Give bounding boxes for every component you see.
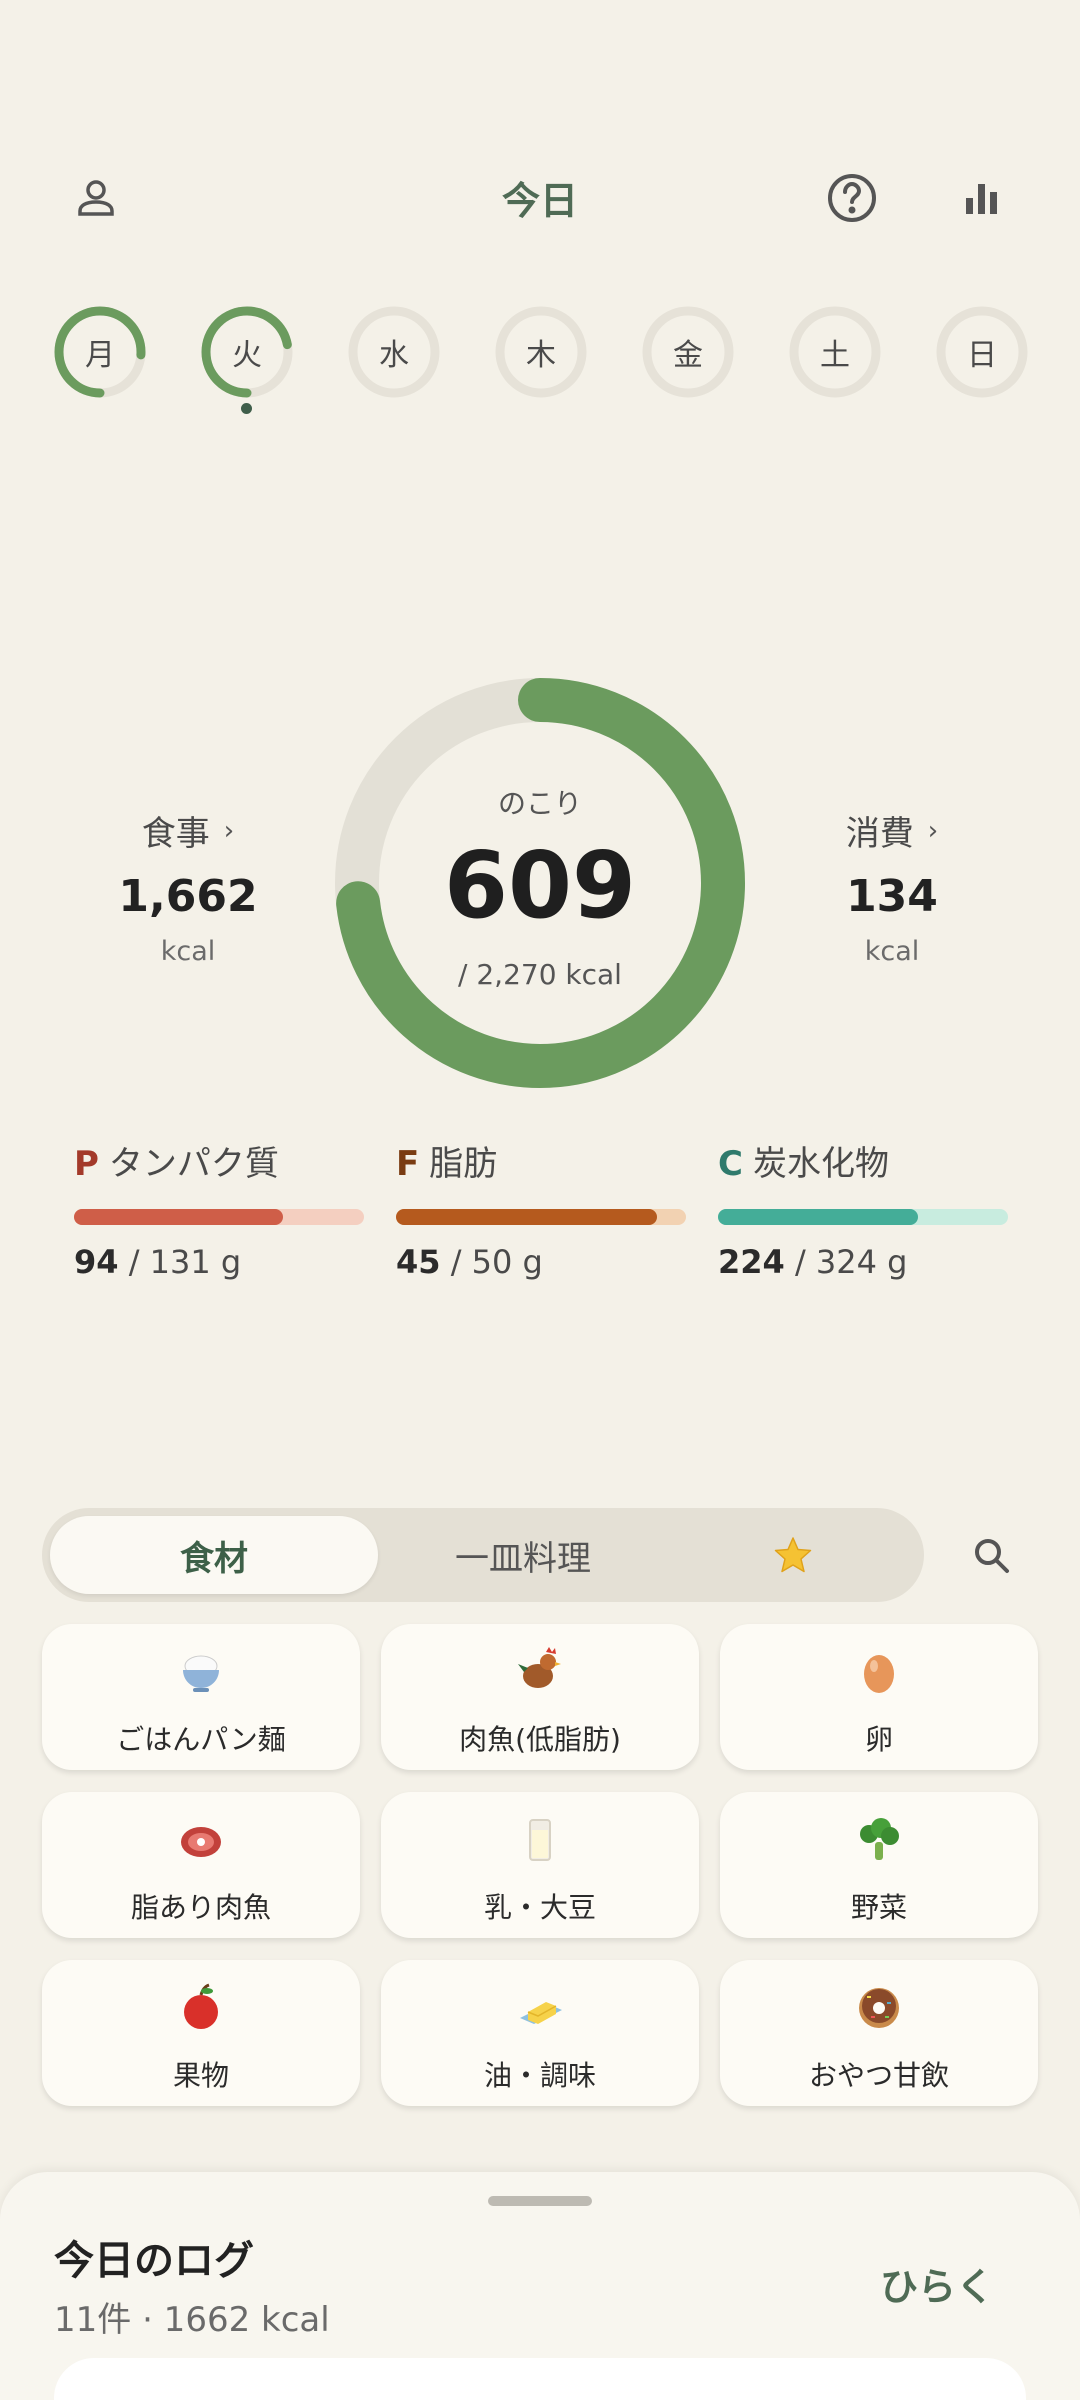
day-7[interactable]: 日 <box>934 304 1030 400</box>
day-3[interactable]: 水 <box>346 304 442 400</box>
day-label: 金 <box>673 338 703 373</box>
food-category-label: 脂あり肉魚 <box>130 1891 271 1924</box>
category-tabs: 食材 一皿料理 <box>42 1508 924 1602</box>
remaining-value: 609 <box>443 832 637 939</box>
macro-letter: P <box>74 1144 99 1184</box>
food-category-label: 卵 <box>864 1723 893 1756</box>
food-category-card[interactable]: 卵 <box>720 1624 1038 1770</box>
star-icon <box>774 1537 812 1573</box>
bar-chart-icon[interactable] <box>952 168 1012 228</box>
day-1[interactable]: 月 <box>52 304 148 400</box>
remaining-label: のこり <box>497 787 582 820</box>
macro-name: タンパク質 <box>108 1144 279 1184</box>
meal-label: 食事 <box>141 814 210 854</box>
page-title: 今日 <box>501 179 578 223</box>
macro-current: 45 <box>396 1243 441 1281</box>
tab-dishes[interactable]: 一皿料理 <box>378 1516 668 1594</box>
day-6[interactable]: 土 <box>787 304 883 400</box>
chevron-right-icon: › <box>223 815 235 846</box>
apple-icon <box>42 1982 360 2034</box>
meal-value: 1,662 <box>118 871 258 922</box>
sheet-handle[interactable] <box>488 2196 592 2206</box>
food-category-card[interactable]: おやつ甘飲 <box>720 1960 1038 2106</box>
food-category-label: 肉魚(低脂肪) <box>459 1723 621 1756</box>
day-label: 火 <box>232 338 262 373</box>
food-category-card[interactable]: 乳・大豆 <box>381 1792 699 1938</box>
macro-letter: F <box>396 1144 420 1184</box>
search-icon[interactable] <box>962 1526 1022 1586</box>
macro-letter: C <box>718 1144 743 1184</box>
tab-favorites[interactable] <box>668 1516 918 1594</box>
milk-icon <box>381 1814 699 1866</box>
help-icon[interactable] <box>822 168 882 228</box>
day-label: 木 <box>526 338 556 373</box>
food-category-card[interactable]: 油・調味 <box>381 1960 699 2106</box>
day-label: 日 <box>967 338 997 373</box>
macro-bar <box>718 1209 1008 1225</box>
food-category-label: おやつ甘飲 <box>808 2059 949 2092</box>
burn-value: 134 <box>846 871 938 922</box>
food-category-label: 乳・大豆 <box>483 1891 596 1924</box>
butter-icon <box>381 1982 699 2034</box>
rice-bowl-icon <box>42 1646 360 1698</box>
food-category-card[interactable]: 果物 <box>42 1960 360 2106</box>
macro-total: / 131 g <box>118 1243 242 1281</box>
food-category-card[interactable]: 脂あり肉魚 <box>42 1792 360 1938</box>
macro-bar <box>74 1209 364 1225</box>
day-5[interactable]: 金 <box>640 304 736 400</box>
open-log-button[interactable]: ひらく <box>880 2256 994 2311</box>
macro-bar <box>396 1209 686 1225</box>
today-indicator <box>241 403 252 414</box>
macro-name: 炭水化物 <box>752 1144 889 1184</box>
food-category-label: 油・調味 <box>483 2059 596 2092</box>
macro-fill <box>74 1209 283 1225</box>
burn-unit: kcal <box>864 936 920 967</box>
meal-calories[interactable]: 食事 › 1,662 kcal <box>88 806 288 967</box>
broccoli-icon <box>720 1814 1038 1866</box>
goal-text: / 2,270 kcal <box>458 958 622 991</box>
chicken-icon <box>381 1646 699 1698</box>
day-label: 水 <box>379 338 409 373</box>
chevron-right-icon: › <box>927 815 939 846</box>
burned-calories[interactable]: 消費 › 134 kcal <box>792 806 992 967</box>
tab-ingredients[interactable]: 食材 <box>50 1516 378 1594</box>
log-summary: 11件 · 1662 kcal <box>54 2300 330 2340</box>
day-label: 土 <box>820 338 850 373</box>
macro-fill <box>396 1209 657 1225</box>
macro-total: / 324 g <box>784 1243 908 1281</box>
day-4[interactable]: 木 <box>493 304 589 400</box>
macro-fat: F 脂肪 45 / 50 g <box>396 1136 686 1281</box>
macro-protein: P タンパク質 94 / 131 g <box>74 1136 364 1281</box>
macro-current: 94 <box>74 1243 119 1281</box>
donut-icon <box>720 1982 1038 2034</box>
log-title: 今日のログ <box>54 2238 254 2284</box>
food-category-label: 果物 <box>172 2059 229 2092</box>
macro-fill <box>718 1209 919 1225</box>
food-category-label: 野菜 <box>850 1891 907 1924</box>
egg-icon <box>720 1646 1038 1698</box>
meal-unit: kcal <box>160 936 216 967</box>
burn-label: 消費 <box>845 814 914 854</box>
food-category-label: ごはんパン麺 <box>116 1723 286 1756</box>
food-category-card[interactable]: 野菜 <box>720 1792 1038 1938</box>
day-2[interactable]: 火 <box>199 304 295 400</box>
macro-total: / 50 g <box>440 1243 543 1281</box>
macro-name: 脂肪 <box>429 1144 498 1184</box>
macro-carbs: C 炭水化物 224 / 324 g <box>718 1136 1008 1281</box>
food-category-card[interactable]: ごはんパン麺 <box>42 1624 360 1770</box>
food-category-card[interactable]: 肉魚(低脂肪) <box>381 1624 699 1770</box>
meat-icon <box>42 1814 360 1866</box>
macro-current: 224 <box>718 1243 785 1281</box>
log-entry-card[interactable] <box>54 2358 1026 2400</box>
day-label: 月 <box>85 338 115 373</box>
